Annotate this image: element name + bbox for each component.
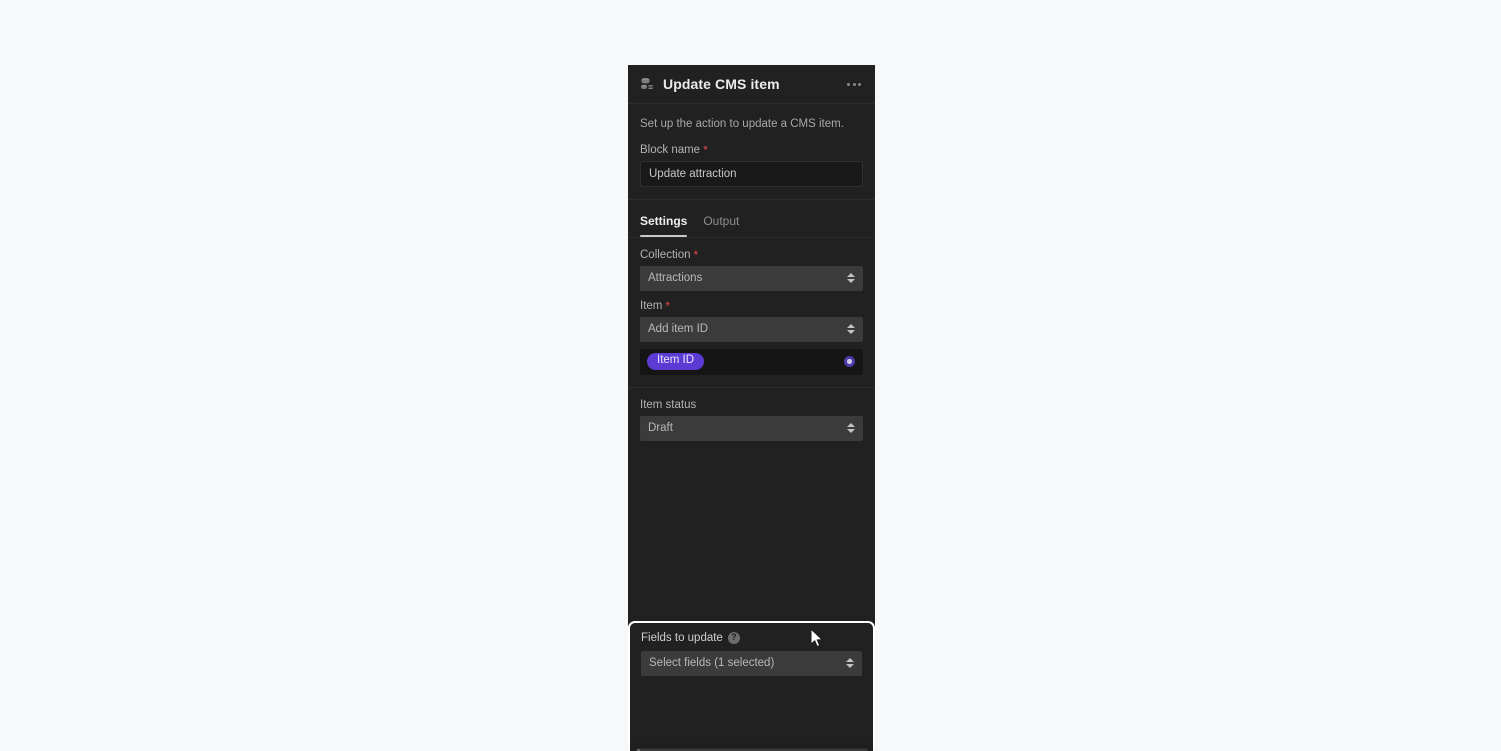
item-status-select-value: Draft: [648, 422, 673, 435]
item-status-select[interactable]: Draft: [640, 415, 863, 441]
screen-canvas: Update CMS item Set up the action to upd…: [0, 0, 1501, 751]
variable-dot-icon[interactable]: [844, 356, 855, 368]
fields-select-value: Select fields (1 selected): [649, 657, 775, 670]
item-select-value: Add item ID: [648, 323, 709, 336]
collection-select-value: Attractions: [648, 272, 703, 285]
collection-field: Collection * Attractions: [640, 249, 863, 291]
update-cms-item-panel: Update CMS item Set up the action to upd…: [628, 65, 875, 751]
item-id-token[interactable]: Item ID: [647, 352, 705, 371]
panel-title: Update CMS item: [663, 76, 780, 92]
item-status-field: Item status Draft: [640, 399, 863, 441]
collection-label-text: Collection: [640, 248, 691, 261]
panel-tabs: Settings Output: [628, 200, 875, 238]
fields-dropdown-menu: Basic info ✓ T Name ✓ T Slug Custom fiel…: [636, 747, 868, 751]
required-marker: *: [703, 142, 708, 157]
chevron-updown-icon: [845, 657, 854, 670]
panel-header: Update CMS item: [628, 65, 875, 104]
item-field: Item * Add item ID Item ID: [640, 300, 863, 375]
collection-select[interactable]: Attractions: [640, 265, 863, 291]
item-status-label-text: Item status: [640, 398, 697, 411]
help-circle-icon[interactable]: ?: [727, 631, 740, 644]
fields-to-update-group: Fields to update ? Select fields (1 sele…: [628, 620, 875, 751]
panel-intro-section: Set up the action to update a CMS item. …: [628, 104, 875, 200]
panel-body: Collection * Attractions Item * Add item…: [628, 238, 875, 751]
item-label: Item *: [640, 300, 863, 312]
cms-database-icon: [639, 76, 655, 92]
fields-to-update-label-text: Fields to update: [641, 631, 723, 644]
item-id-token-row: Item ID: [640, 348, 863, 375]
item-label-text: Item: [640, 299, 663, 312]
more-options-icon[interactable]: [845, 76, 863, 92]
item-status-label: Item status: [640, 399, 863, 411]
fields-to-update-label: Fields to update ?: [641, 631, 862, 644]
block-name-input[interactable]: [640, 160, 863, 187]
chevron-updown-icon: [846, 272, 855, 285]
tab-settings[interactable]: Settings: [640, 214, 688, 237]
collection-item-section: Collection * Attractions Item * Add item…: [628, 238, 875, 388]
block-name-label: Block name *: [640, 144, 863, 156]
required-marker: *: [693, 247, 699, 262]
tab-output[interactable]: Output: [703, 214, 739, 237]
chevron-updown-icon: [846, 323, 855, 336]
chevron-updown-icon: [846, 422, 855, 435]
block-name-label-text: Block name: [640, 143, 701, 156]
panel-description: Set up the action to update a CMS item.: [640, 118, 844, 130]
fields-select[interactable]: Select fields (1 selected): [641, 650, 862, 676]
required-marker: *: [665, 298, 671, 313]
item-select[interactable]: Add item ID: [640, 316, 863, 342]
collection-label: Collection *: [640, 249, 863, 261]
item-status-section: Item status Draft: [628, 388, 875, 453]
